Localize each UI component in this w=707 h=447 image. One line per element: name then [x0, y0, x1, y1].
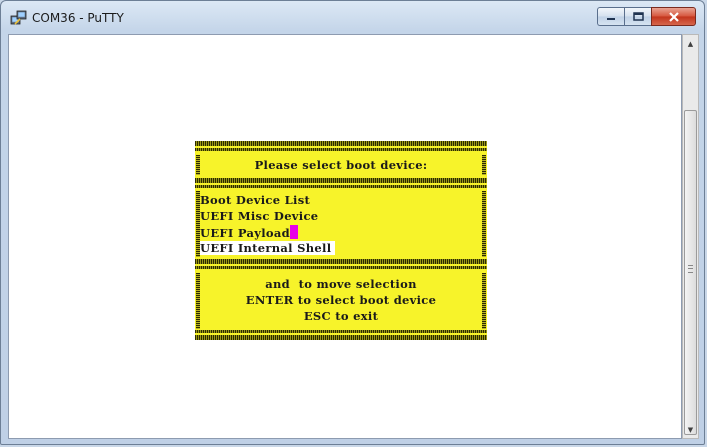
boot-device-dialog: Please select boot device: Boot Device L… [195, 141, 487, 340]
dialog-border-bottom [195, 335, 487, 340]
scroll-down-icon: ▼ [687, 425, 694, 434]
boot-option-item[interactable]: UEFI Payload [200, 225, 298, 240]
help-line-esc: ESC to exit [303, 309, 379, 323]
dialog-border-top [195, 141, 487, 146]
scroll-up-button[interactable]: ▲ [683, 35, 698, 52]
grip-icon [688, 265, 693, 273]
window-controls [597, 7, 696, 27]
maximize-button[interactable] [624, 7, 651, 26]
boot-option-label: UEFI Payload [200, 226, 290, 240]
vertical-scrollbar[interactable]: ▲ ▼ [682, 34, 699, 439]
close-icon [668, 11, 679, 22]
help-line-enter: ENTER to select boot device [245, 293, 437, 307]
dialog-divider-1b [195, 185, 487, 188]
putty-window: COM36 - PuTTY Please select boot device: [0, 0, 705, 445]
scrollbar-thumb[interactable] [684, 110, 697, 435]
help-line-navigate: and to move selection [265, 277, 417, 291]
scroll-down-button[interactable]: ▼ [683, 421, 698, 438]
boot-option-item[interactable]: UEFI Misc Device [200, 209, 318, 223]
boot-option-item[interactable]: Boot Device List [200, 193, 310, 207]
dialog-border-top-inner [195, 148, 487, 151]
minimize-button[interactable] [597, 7, 624, 26]
putty-app-icon[interactable] [10, 10, 28, 26]
dialog-border-bottom-inner [195, 330, 487, 333]
scroll-up-icon: ▲ [687, 39, 694, 48]
minimize-icon [607, 17, 615, 20]
dialog-divider-1 [195, 178, 487, 183]
dialog-border-right [482, 191, 486, 257]
dialog-divider-2 [195, 259, 487, 264]
terminal-area[interactable]: Please select boot device: Boot Device L… [8, 34, 682, 439]
dialog-divider-2b [195, 266, 487, 269]
close-button[interactable] [651, 7, 696, 26]
terminal-cursor [289, 225, 298, 239]
window-title: COM36 - PuTTY [32, 11, 124, 25]
title-bar[interactable]: COM36 - PuTTY [1, 1, 704, 35]
boot-option-item-selected[interactable]: UEFI Internal Shell [200, 241, 336, 255]
maximize-icon [632, 12, 644, 21]
dialog-header: Please select boot device: [254, 158, 428, 172]
